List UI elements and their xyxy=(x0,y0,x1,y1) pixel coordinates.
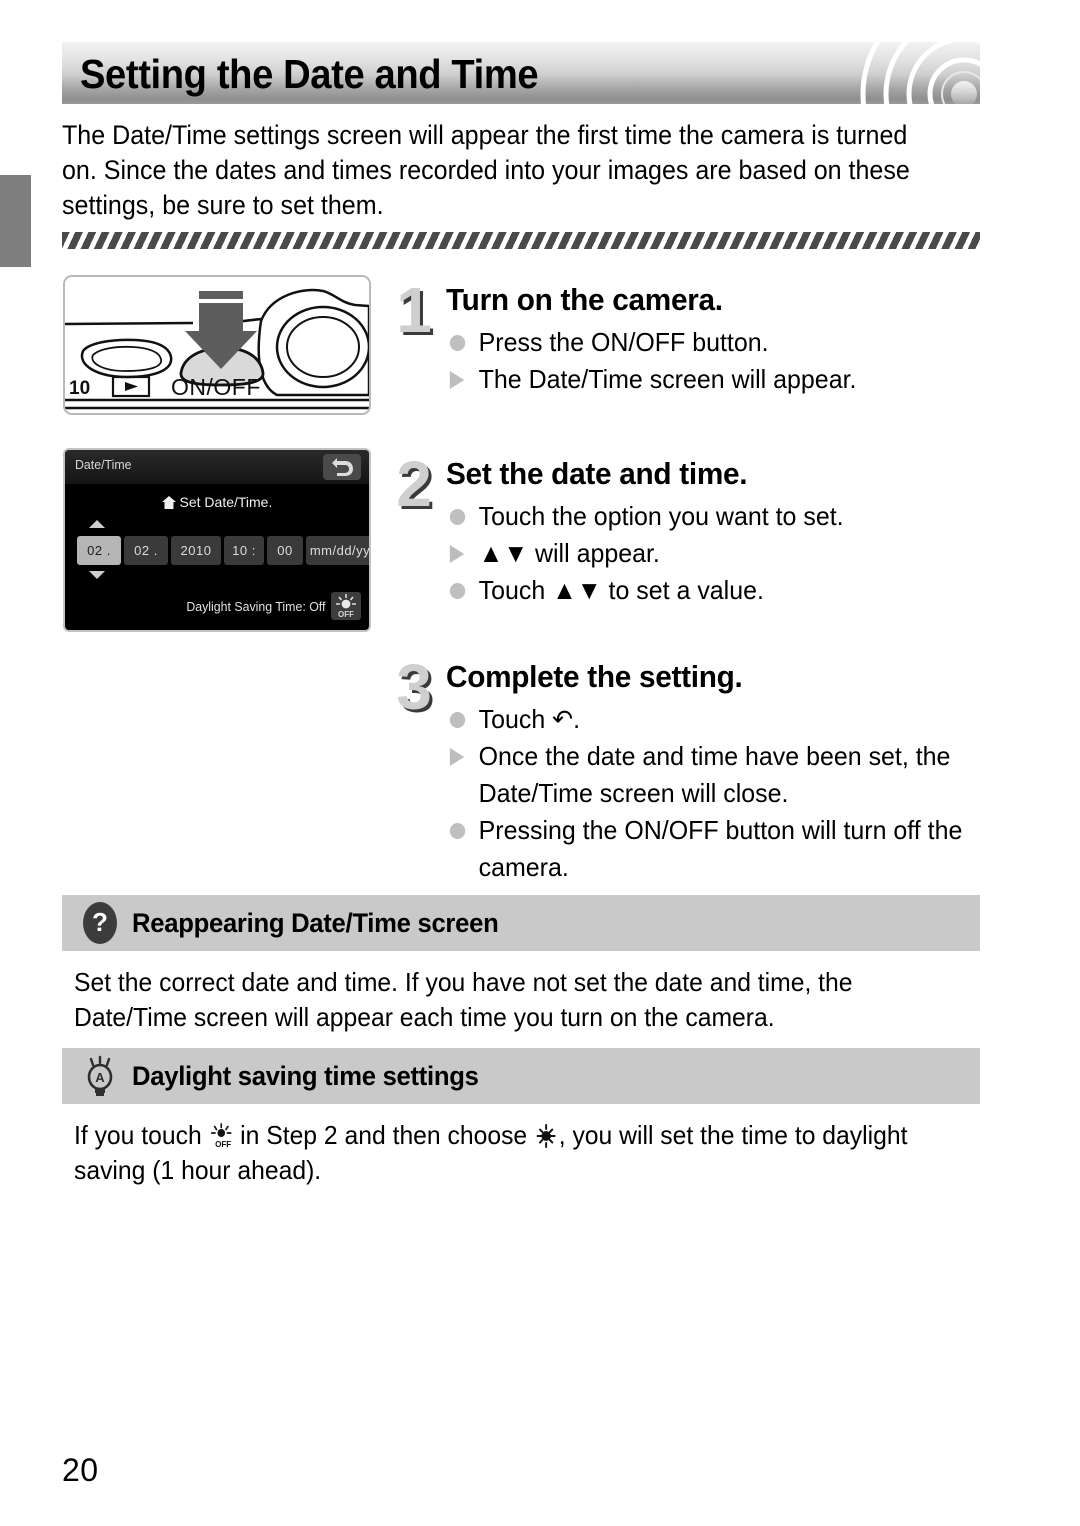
lcd-topbar-label: Date/Time xyxy=(75,457,132,472)
page-title: Setting the Date and Time xyxy=(80,51,539,97)
lens-arcs-decoration xyxy=(750,42,980,104)
svg-text:?: ? xyxy=(92,907,108,937)
page-number: 20 xyxy=(62,1452,99,1488)
intro-paragraph: The Date/Time settings screen will appea… xyxy=(62,120,910,220)
sun-on-icon xyxy=(534,1123,559,1149)
step-3-line-2-text: Once the date and time have been set, th… xyxy=(478,741,951,808)
step-3-line-2: Once the date and time have been set, th… xyxy=(446,738,970,812)
lcd-field-month[interactable]: 02 . xyxy=(77,536,121,565)
panel-reappearing-datetime-text: Set the correct date and time. If you ha… xyxy=(74,967,853,1032)
step-1-title: Turn on the camera. xyxy=(446,282,723,317)
hatched-divider xyxy=(62,232,980,249)
svg-text:ON/OFF: ON/OFF xyxy=(171,374,261,400)
panel-reappearing-datetime-header: ? Reappearing Date/Time screen xyxy=(62,895,980,951)
svg-text:OFF: OFF xyxy=(215,1139,231,1149)
panel-daylight-saving-title: Daylight saving time settings xyxy=(132,1060,479,1091)
step-3-title: Complete the setting. xyxy=(446,659,743,694)
figure-camera-top-onoff: 10 ON/OFF xyxy=(63,275,371,415)
dst-text-before: If you touch xyxy=(74,1120,202,1150)
lcd-set-datetime-title: Set Date/Time. xyxy=(65,494,369,510)
lcd-down-arrow-icon[interactable] xyxy=(89,571,105,579)
step-2-body: Touch the option you want to set. ▲▼ wil… xyxy=(446,498,992,609)
step-2-line-1: Touch the option you want to set. xyxy=(446,498,970,535)
step-1-line-2: The Date/Time screen will appear. xyxy=(446,361,970,398)
dot-bullet-icon xyxy=(449,509,466,525)
step-1-body: Press the ON/OFF button. The Date/Time s… xyxy=(446,324,992,398)
step-2-line-3-text: Touch ▲▼ to set a value. xyxy=(478,575,764,605)
lcd-dst-label: Daylight Saving Time: Off xyxy=(185,599,325,614)
lcd-up-arrow-icon[interactable] xyxy=(89,520,105,528)
dot-bullet-icon xyxy=(449,823,466,839)
triangle-bullet-icon xyxy=(449,748,465,766)
dot-bullet-icon xyxy=(449,583,466,599)
lcd-field-day[interactable]: 02 . xyxy=(124,536,168,565)
step-3-line-1-text: Touch ↶. xyxy=(478,704,581,734)
svg-text:10: 10 xyxy=(69,378,90,399)
home-icon xyxy=(161,494,180,510)
step-2-line-1-text: Touch the option you want to set. xyxy=(478,501,844,531)
step-1-number: 1 xyxy=(396,274,432,346)
triangle-bullet-icon xyxy=(449,371,465,389)
lcd-field-format[interactable]: mm/dd/yy xyxy=(306,536,369,565)
svg-text:OFF: OFF xyxy=(338,610,354,619)
step-3-line-3-text: Pressing the ON/OFF button will turn off… xyxy=(478,815,963,882)
step-1-line-2-text: The Date/Time screen will appear. xyxy=(478,364,857,394)
dst-text-middle: in Step 2 and then choose xyxy=(240,1120,528,1150)
triangle-bullet-icon xyxy=(449,545,465,563)
lcd-set-datetime-label: Set Date/Time. xyxy=(179,494,273,510)
step-3-number: 3 xyxy=(396,651,432,723)
svg-text:A: A xyxy=(95,1070,105,1085)
lcd-dst-sun-off-icon[interactable]: OFF xyxy=(331,592,361,620)
page-edge-tab xyxy=(0,175,31,267)
step-2-line-2-text: ▲▼ will appear. xyxy=(478,538,660,568)
step-1-line-1: Press the ON/OFF button. xyxy=(446,324,970,361)
step-2-title: Set the date and time. xyxy=(446,456,748,491)
lcd-field-hour[interactable]: 10 : xyxy=(224,536,264,565)
panel-daylight-saving-text: If you touch OFF in Step 2 and then choo… xyxy=(74,1118,935,1188)
panel-reappearing-datetime-title: Reappearing Date/Time screen xyxy=(132,907,499,938)
lightbulb-icon: A xyxy=(76,1052,124,1100)
step-2-number: 2 xyxy=(396,448,432,520)
sun-off-icon: OFF xyxy=(209,1123,234,1149)
step-3-body: Touch ↶. Once the date and time have bee… xyxy=(446,701,992,886)
figure-lcd-datetime-screen: Date/Time Set Date/Time. 02 . 02 . 2010 … xyxy=(63,448,371,632)
question-mark-icon: ? xyxy=(76,899,124,947)
lcd-field-minute[interactable]: 00 xyxy=(267,536,303,565)
dot-bullet-icon xyxy=(449,712,466,728)
lcd-field-year[interactable]: 2010 xyxy=(171,536,221,565)
step-2-line-2: ▲▼ will appear. xyxy=(446,535,970,572)
lcd-back-arrow-icon[interactable] xyxy=(323,454,361,480)
step-2-line-3: Touch ▲▼ to set a value. xyxy=(446,572,970,609)
panel-daylight-saving-header: A Daylight saving time settings xyxy=(62,1048,980,1104)
lcd-datetime-field-row: 02 . 02 . 2010 10 : 00 mm/dd/yy xyxy=(77,536,369,565)
step-3-line-1: Touch ↶. xyxy=(446,701,970,738)
dot-bullet-icon xyxy=(449,335,466,351)
step-3-line-3: Pressing the ON/OFF button will turn off… xyxy=(446,812,970,886)
step-1-line-1-text: Press the ON/OFF button. xyxy=(478,327,769,357)
